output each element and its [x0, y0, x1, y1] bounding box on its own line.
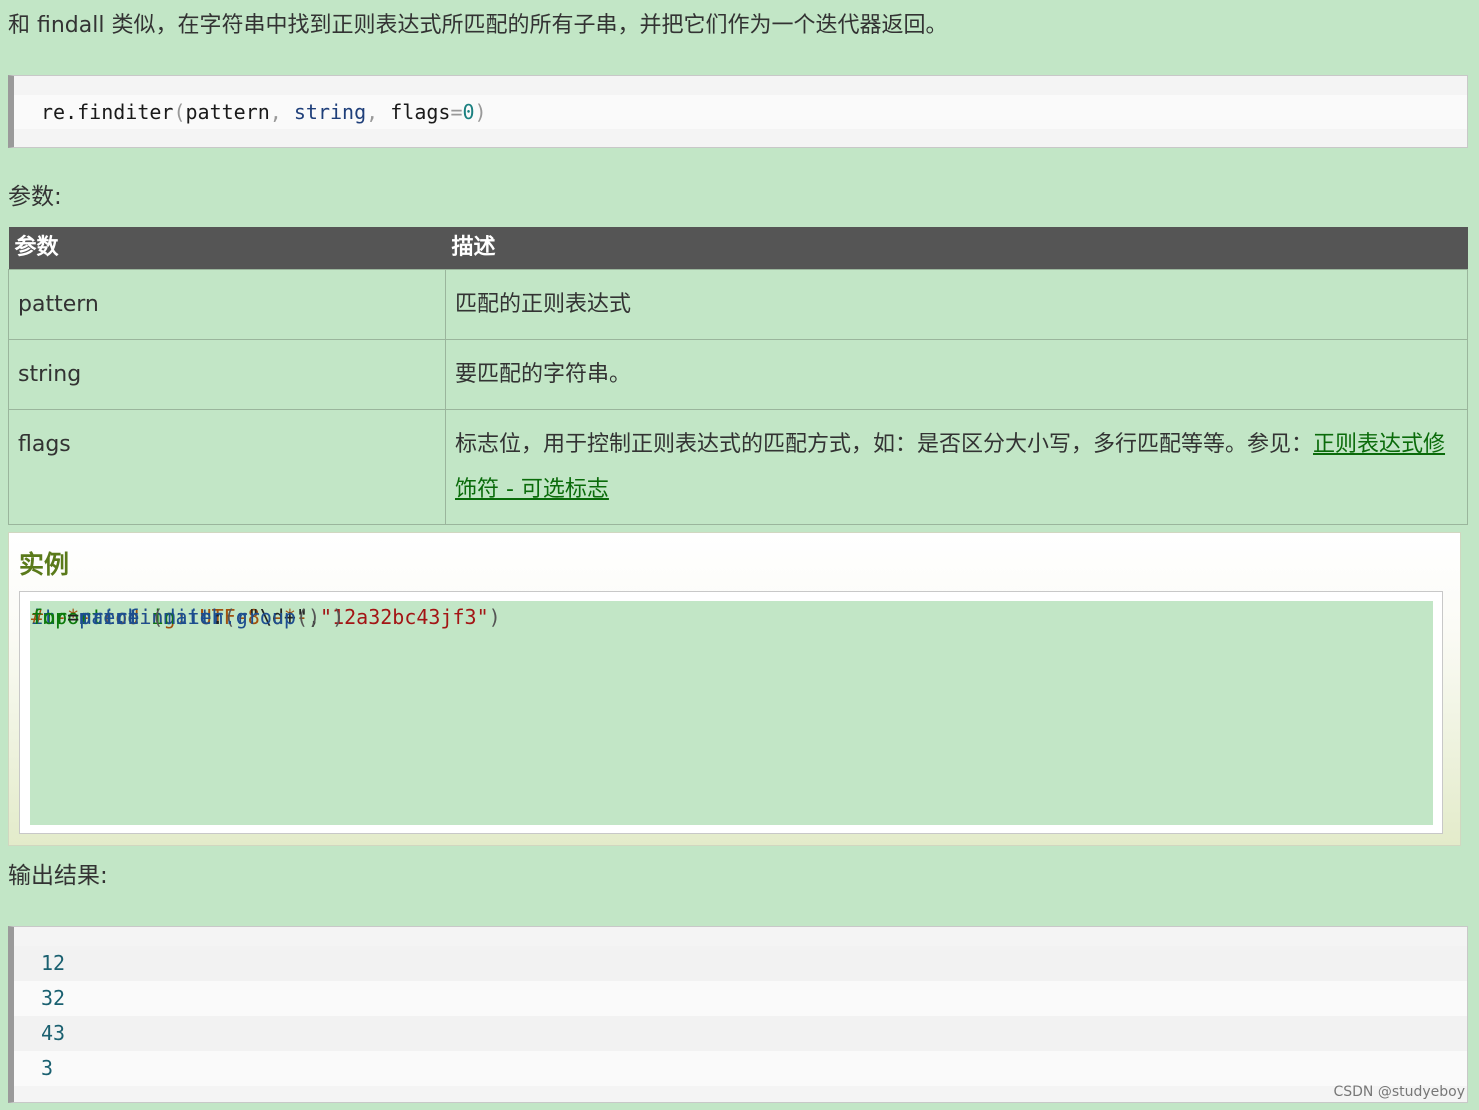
example-code: # -*- coding: UTF-8 -*- import re it = r… — [30, 601, 1433, 825]
signature-param-pattern: pattern — [185, 100, 270, 124]
intro-text: 和 findall 类似，在字符串中找到正则表达式所匹配的所有子串，并把它们作为… — [8, 13, 948, 38]
output-line: 32 — [14, 981, 1467, 1016]
table-row: flags 标志位，用于控制正则表达式的匹配方式，如：是否区分大小写，多行匹配等… — [8, 409, 1468, 525]
code-close-paren: ) — [320, 605, 345, 629]
table-header-param: 参数 — [8, 227, 446, 270]
signature-code-block: re.finditer(pattern, string, flags=0) — [8, 75, 1468, 148]
output-code-block: 12 32 43 3 — [8, 926, 1468, 1103]
signature-equals: = — [450, 100, 463, 124]
watermark: CSDN @studyeboy — [1333, 1084, 1465, 1100]
output-line: 3 — [14, 1051, 1467, 1086]
param-name: string — [8, 339, 446, 410]
signature-close-paren: ) — [474, 100, 487, 124]
table-row: string 要匹配的字符串。 — [8, 339, 1468, 410]
params-heading: 参数: — [8, 184, 62, 210]
signature-default-value: 0 — [462, 100, 475, 124]
table-row: pattern 匹配的正则表达式 — [8, 269, 1468, 340]
table-header-row: 参数 描述 — [8, 227, 1468, 270]
param-name: flags — [8, 409, 446, 525]
code-call-group: match.group — [163, 605, 296, 629]
signature-comma: , — [366, 100, 391, 124]
signature-comma: , — [269, 100, 294, 124]
signature-open-paren: ( — [173, 100, 186, 124]
signature-line: re.finditer(pattern, string, flags=0) — [14, 95, 1467, 129]
signature-function: re.finditer — [41, 100, 174, 124]
code-line-print: print (match.group() ) — [30, 601, 1433, 633]
table-header-desc: 描述 — [445, 227, 1468, 270]
param-desc: 匹配的正则表达式 — [445, 269, 1468, 340]
code-print: print — [79, 605, 140, 629]
output-line: 12 — [14, 946, 1467, 981]
example-title: 实例 — [19, 550, 70, 579]
output-top-padding — [14, 927, 1467, 946]
example-panel: 实例 # -*- coding: UTF-8 -*- import re it … — [8, 532, 1461, 846]
code-call-parens: () — [295, 605, 321, 629]
output-line: 43 — [14, 1016, 1467, 1051]
signature-param-string: string — [293, 100, 367, 124]
param-desc: 标志位，用于控制正则表达式的匹配方式，如：是否区分大小写，多行匹配等等。参见：正… — [445, 409, 1468, 525]
param-desc: 要匹配的字符串。 — [445, 339, 1468, 410]
param-desc-text: 标志位，用于控制正则表达式的匹配方式，如：是否区分大小写，多行匹配等等。参见： — [455, 432, 1314, 457]
params-table: 参数 描述 pattern 匹配的正则表达式 string 要匹配的字符串。 f… — [8, 227, 1468, 525]
code-open-paren: ( — [139, 605, 164, 629]
signature-param-flags: flags — [390, 100, 451, 124]
example-code-frame: # -*- coding: UTF-8 -*- import re it = r… — [19, 591, 1443, 834]
param-name: pattern — [8, 269, 446, 340]
output-heading: 输出结果: — [8, 863, 108, 889]
